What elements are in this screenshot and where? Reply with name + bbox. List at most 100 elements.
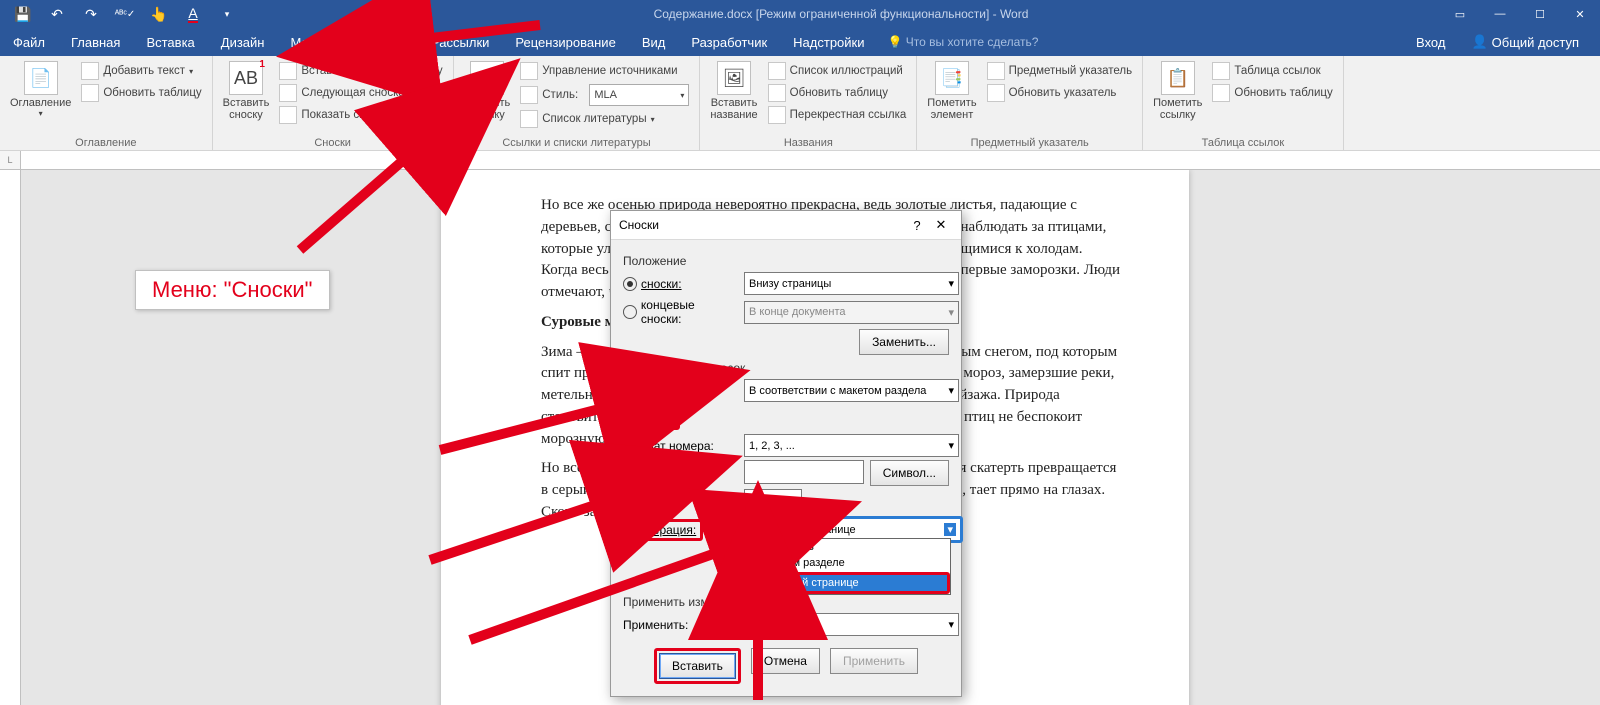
update-toc-label: Обновить таблицу	[103, 87, 201, 99]
tab-developer[interactable]: Разработчик	[678, 28, 780, 56]
list-figures-button[interactable]: Список иллюстраций	[764, 61, 911, 81]
update-index-button[interactable]: Обновить указатель	[983, 83, 1137, 103]
tab-file[interactable]: Файл	[0, 28, 58, 56]
manage-sources-label: Управление источниками	[542, 65, 677, 77]
apply-button[interactable]: Применить	[830, 648, 918, 674]
mark-citation-icon: 📋	[1161, 61, 1195, 95]
annotation-callout: Меню: "Сноски"	[135, 270, 330, 310]
spellcheck-icon[interactable]: ᴬᴮᶜ✓	[110, 2, 140, 26]
insert-toa-icon	[1212, 62, 1230, 80]
update-toa-icon	[1212, 84, 1230, 102]
group-index-label: Предметный указатель	[923, 135, 1136, 150]
touch-mode-icon[interactable]: 👆	[144, 2, 174, 26]
ribbon: 📄Оглавление▾ Добавить текст▾ Обновить та…	[0, 56, 1600, 151]
ribbon-opts-icon[interactable]: ▭	[1440, 0, 1480, 28]
tab-insert[interactable]: Вставка	[133, 28, 207, 56]
toc-icon: 📄	[24, 61, 58, 95]
tab-review[interactable]: Рецензирование	[502, 28, 628, 56]
maximize-icon[interactable]: ☐	[1520, 0, 1560, 28]
symbol-button[interactable]: Символ...	[870, 460, 949, 486]
bibliography-button[interactable]: Список литературы▾	[516, 109, 693, 129]
horizontal-ruler[interactable]: L	[0, 151, 1600, 170]
show-footnotes-button[interactable]: Показать сноски	[275, 105, 446, 125]
tab-addins[interactable]: Надстройки	[780, 28, 877, 56]
custom-mark-input[interactable]	[744, 460, 864, 484]
replace-button[interactable]: Заменить...	[859, 329, 949, 355]
font-color-icon[interactable]: A	[178, 2, 208, 26]
group-toa-label: Таблица ссылок	[1149, 135, 1337, 150]
citation-style[interactable]: Стиль: MLA▾	[516, 83, 693, 107]
footnotes-radio[interactable]: сноски:	[623, 277, 738, 291]
numbering-option-continue[interactable]: Продолжить	[745, 539, 950, 555]
insert-caption-button[interactable]: 🖼Вставить название	[706, 59, 761, 125]
group-citations-label: Ссылки и списки литературы	[460, 135, 694, 150]
group-citations: 🔗Вставить ссылку▾ Управление источниками…	[454, 56, 701, 150]
insert-index-button[interactable]: Предметный указатель	[983, 61, 1137, 81]
tell-me-search[interactable]: 💡 Что вы хотите сделать?	[878, 28, 1049, 56]
window-controls: ▭ — ☐ ✕	[1440, 0, 1600, 28]
add-text-icon	[81, 62, 99, 80]
update-figures-button[interactable]: Обновить таблицу	[764, 83, 911, 103]
insert-footnote-button[interactable]: AB1Вставить сноску	[219, 59, 274, 125]
cancel-button[interactable]: Отмена	[751, 648, 820, 674]
numbering-option-section[interactable]: В каждом разделе	[745, 555, 950, 572]
list-figures-label: Список иллюстраций	[790, 65, 903, 77]
numbering-option-page[interactable]: На каждой странице	[745, 572, 950, 594]
sign-in-button[interactable]: Вход	[1403, 35, 1458, 50]
style-value: MLA	[594, 89, 617, 101]
insert-citation-label: Вставить ссылку	[464, 97, 511, 121]
section-format: Формат	[623, 408, 949, 430]
dialog-titlebar[interactable]: Сноски ? ✕	[611, 211, 961, 240]
insert-citation-button[interactable]: 🔗Вставить ссылку▾	[460, 59, 515, 132]
start-at-input[interactable]	[744, 489, 802, 513]
add-text-button[interactable]: Добавить текст▾	[77, 61, 205, 81]
tab-mailings[interactable]: Рассылки	[418, 28, 502, 56]
columns-dropdown[interactable]: В соответствии с макетом раздела▾	[744, 379, 959, 402]
toc-button[interactable]: 📄Оглавление▾	[6, 59, 75, 120]
minimize-icon[interactable]: —	[1480, 0, 1520, 28]
share-label: Общий доступ	[1492, 35, 1579, 50]
columns-label: Столбцы:	[623, 384, 738, 398]
redo-icon[interactable]: ↷	[76, 2, 106, 26]
insert-index-label: Предметный указатель	[1009, 65, 1133, 77]
qat-more-icon[interactable]: ▾	[212, 2, 242, 26]
update-toa-button[interactable]: Обновить таблицу	[1208, 83, 1336, 103]
close-icon[interactable]: ✕	[1560, 0, 1600, 28]
update-toc-icon	[81, 84, 99, 102]
insert-button[interactable]: Вставить	[659, 653, 736, 679]
title-bar: 💾 ↶ ↷ ᴬᴮᶜ✓ 👆 A ▾ Содержание.docx [Режим …	[0, 0, 1600, 28]
radio-unchecked-icon	[623, 305, 637, 319]
share-button[interactable]: 👤Общий доступ	[1458, 34, 1592, 50]
tab-design[interactable]: Дизайн	[208, 28, 278, 56]
citation-icon: 🔗	[470, 61, 504, 95]
number-format-value: 1, 2, 3, ...	[749, 440, 795, 452]
tab-view[interactable]: Вид	[629, 28, 679, 56]
mark-entry-button[interactable]: 📑Пометить элемент	[923, 59, 980, 123]
insert-endnote-button[interactable]: Вставить концевую сноску	[275, 61, 446, 81]
manage-sources-button[interactable]: Управление источниками	[516, 61, 693, 81]
footnotes-dialog-launcher[interactable]: ↘	[430, 133, 449, 152]
save-icon[interactable]: 💾	[8, 2, 38, 26]
footnote-location-dropdown[interactable]: Внизу страницы▾	[744, 272, 959, 295]
undo-icon[interactable]: ↶	[42, 2, 72, 26]
tab-references[interactable]: Ссылки	[340, 28, 418, 56]
section-position: Положение	[623, 254, 949, 268]
dialog-close-icon[interactable]: ✕	[929, 217, 953, 233]
numbering-label: Нумерация:	[623, 519, 738, 541]
endnotes-radio[interactable]: концевые сноски:	[623, 298, 738, 326]
insert-footnote-label: Вставить сноску	[223, 97, 270, 121]
number-format-dropdown[interactable]: 1, 2, 3, ...▾	[744, 434, 959, 457]
dialog-help-icon[interactable]: ?	[905, 218, 929, 233]
update-toc-button[interactable]: Обновить таблицу	[77, 83, 205, 103]
mark-citation-button[interactable]: 📋Пометить ссылку	[1149, 59, 1206, 123]
vertical-ruler[interactable]	[0, 170, 21, 705]
apply-to-dropdown[interactable]: ▾	[744, 613, 959, 636]
tab-layout[interactable]: Макет	[277, 28, 340, 56]
insert-toa-button[interactable]: Таблица ссылок	[1208, 61, 1336, 81]
cross-reference-button[interactable]: Перекрестная ссылка	[764, 105, 911, 125]
style-dropdown[interactable]: MLA▾	[589, 84, 689, 106]
tab-home[interactable]: Главная	[58, 28, 133, 56]
next-footnote-button[interactable]: Следующая сноска▾	[275, 83, 446, 103]
group-index: 📑Пометить элемент Предметный указатель О…	[917, 56, 1143, 150]
dialog-title: Сноски	[619, 218, 905, 232]
